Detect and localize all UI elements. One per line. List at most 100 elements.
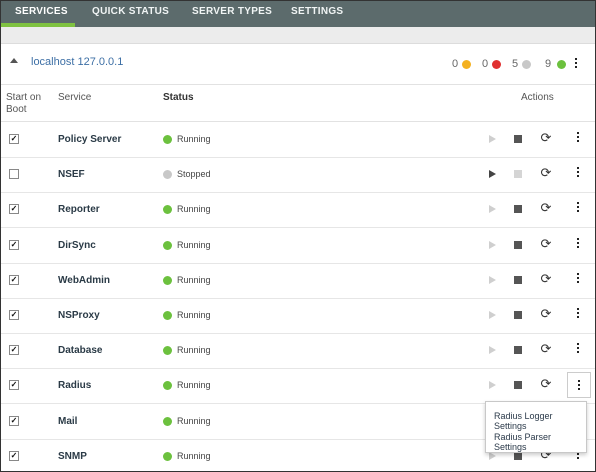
header-actions: Actions <box>521 92 554 103</box>
row-menu-button[interactable] <box>575 272 581 287</box>
status-dot-icon <box>163 416 172 426</box>
kebab-menu-icon <box>577 272 579 275</box>
start-on-boot-checkbox[interactable]: ✓ <box>9 204 19 215</box>
service-name: WebAdmin <box>58 274 111 286</box>
status-dot-icon <box>163 275 172 285</box>
start-on-boot-checkbox[interactable]: ✓ <box>9 450 19 461</box>
status-text: Running <box>177 239 211 250</box>
play-icon[interactable] <box>489 381 496 390</box>
status-dot-icon <box>163 451 172 461</box>
tab-bar: SERVICES QUICK STATUS SERVER TYPES SETTI… <box>1 1 595 27</box>
service-name: SNMP <box>58 450 87 462</box>
running-status-icon <box>557 60 566 69</box>
stopped-status-icon <box>522 60 531 69</box>
kebab-menu-icon <box>575 58 577 60</box>
collapse-icon[interactable] <box>10 58 18 63</box>
restart-icon[interactable]: ⟳ <box>540 166 552 180</box>
service-name: Mail <box>58 415 78 427</box>
restart-icon[interactable]: ⟳ <box>540 271 552 286</box>
radius-context-menu: Radius Logger Settings Radius Parser Set… <box>485 401 587 453</box>
row-menu-button[interactable] <box>575 202 581 216</box>
stop-icon[interactable] <box>514 275 522 284</box>
service-name: Reporter <box>58 204 100 216</box>
row-menu-button[interactable] <box>575 167 581 181</box>
stop-icon[interactable] <box>514 135 522 143</box>
start-on-boot-checkbox[interactable] <box>9 169 19 180</box>
start-on-boot-checkbox[interactable]: ✓ <box>9 134 19 144</box>
kebab-menu-icon <box>577 202 579 205</box>
status-text: Running <box>177 204 211 215</box>
status-text: Running <box>177 415 211 426</box>
tab-server-types[interactable]: SERVER TYPES <box>192 1 272 27</box>
row-menu-button[interactable] <box>575 308 581 322</box>
service-name: Policy Server <box>58 134 122 145</box>
stop-icon[interactable] <box>514 240 522 249</box>
kebab-menu-icon <box>577 343 579 346</box>
service-name: DirSync <box>58 239 96 251</box>
start-on-boot-checkbox[interactable]: ✓ <box>9 274 19 285</box>
radius-logger-settings-item[interactable]: Radius Logger Settings <box>494 411 586 431</box>
kebab-menu-icon <box>577 237 579 240</box>
start-on-boot-checkbox[interactable]: ✓ <box>9 415 19 426</box>
play-icon[interactable] <box>489 240 496 249</box>
restart-icon[interactable]: ⟳ <box>540 377 552 391</box>
restart-icon[interactable]: ⟳ <box>540 131 552 145</box>
start-on-boot-checkbox[interactable]: ✓ <box>9 345 19 356</box>
row-menu-button[interactable] <box>575 343 581 357</box>
play-icon[interactable] <box>489 311 496 319</box>
table-row: ✓ Radius Running ⟳ <box>1 368 595 405</box>
status-text: Running <box>177 310 211 320</box>
row-menu-button[interactable] <box>575 237 581 252</box>
service-name: Database <box>58 345 103 357</box>
server-header[interactable]: localhost 127.0.0.1 0 0 5 9 <box>1 44 595 85</box>
start-on-boot-checkbox[interactable]: ✓ <box>9 380 19 391</box>
tab-settings[interactable]: SETTINGS <box>291 1 343 27</box>
status-text: Running <box>177 450 211 461</box>
row-menu-button[interactable] <box>575 132 581 146</box>
start-on-boot-checkbox[interactable]: ✓ <box>9 239 19 250</box>
error-count: 0 <box>482 58 489 70</box>
stop-icon[interactable] <box>514 170 522 179</box>
stop-icon[interactable] <box>514 311 522 319</box>
tab-quick-status[interactable]: QUICK STATUS <box>92 1 169 27</box>
play-icon[interactable] <box>489 346 496 355</box>
header-service: Service <box>58 92 92 103</box>
server-menu-button[interactable] <box>573 58 579 72</box>
play-icon[interactable] <box>489 205 496 214</box>
service-name: NSProxy <box>58 310 100 321</box>
start-on-boot-checkbox[interactable]: ✓ <box>9 310 19 320</box>
status-dot-icon <box>163 346 172 356</box>
radius-parser-settings-item[interactable]: Radius Parser Settings <box>494 432 586 452</box>
kebab-menu-icon <box>578 380 580 383</box>
status-text: Running <box>177 345 211 356</box>
header-start-on-boot: Start on Boot <box>6 92 42 115</box>
stop-icon[interactable] <box>514 381 522 390</box>
running-count: 9 <box>545 58 552 70</box>
error-status-icon <box>492 60 501 69</box>
restart-icon[interactable]: ⟳ <box>540 342 552 356</box>
play-icon[interactable] <box>489 170 496 179</box>
table-row: ✓ Reporter Running ⟳ <box>1 192 595 229</box>
status-dot-icon <box>163 170 172 180</box>
status-text: Running <box>177 274 211 285</box>
table-header: Start on Boot Service Status Actions <box>1 85 595 122</box>
row-menu-button[interactable] <box>567 372 591 399</box>
service-name: Radius <box>58 380 92 392</box>
play-icon[interactable] <box>489 275 496 284</box>
server-name[interactable]: localhost 127.0.0.1 <box>31 56 123 68</box>
restart-icon[interactable]: ⟳ <box>540 307 552 321</box>
sub-toolbar <box>1 27 595 44</box>
table-row: ✓ NSProxy Running ⟳ <box>1 298 595 334</box>
play-icon[interactable] <box>489 135 496 143</box>
stop-icon[interactable] <box>514 346 522 355</box>
table-row: ✓ Database Running ⟳ <box>1 333 595 370</box>
stop-icon[interactable] <box>514 205 522 214</box>
warning-status-icon <box>462 60 471 69</box>
restart-icon[interactable]: ⟳ <box>540 201 552 215</box>
status-dot-icon <box>163 381 172 391</box>
status-dot-icon <box>163 135 172 144</box>
status-text: Running <box>177 380 211 391</box>
status-dot-icon <box>163 311 172 320</box>
restart-icon[interactable]: ⟳ <box>540 236 552 251</box>
table-row: ✓ Policy Server Running ⟳ <box>1 122 595 158</box>
